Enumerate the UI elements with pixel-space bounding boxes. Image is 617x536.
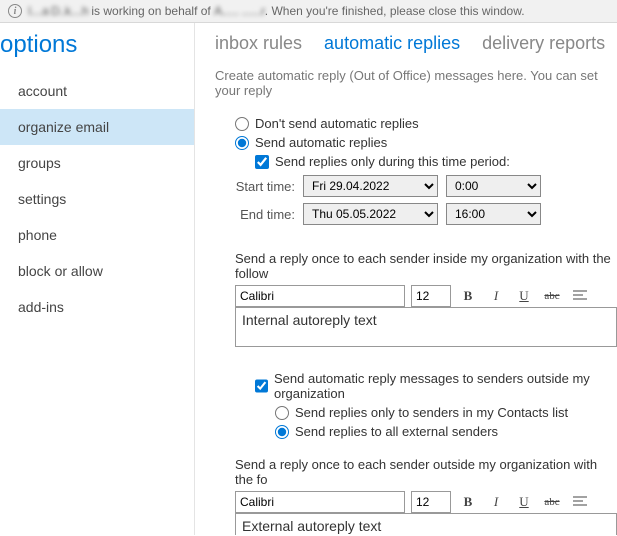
checkbox-external-label: Send automatic reply messages to senders… <box>274 371 617 401</box>
main-panel: inbox rules automatic replies delivery r… <box>195 23 617 535</box>
tab-delivery-reports[interactable]: delivery reports <box>482 33 605 54</box>
internal-fontsize-select[interactable] <box>411 285 451 307</box>
radio-external-all-label: Send replies to all external senders <box>295 424 498 439</box>
sidebar-item-block-or-allow[interactable]: block or allow <box>0 253 194 289</box>
radio-external-contacts-label: Send replies only to senders in my Conta… <box>295 405 568 420</box>
start-time-select[interactable]: 0:00 <box>446 175 541 197</box>
underline-icon[interactable]: U <box>513 286 535 306</box>
checkbox-external[interactable] <box>255 379 268 393</box>
sidebar-item-organize-email[interactable]: organize email <box>0 109 194 145</box>
internal-font-select[interactable] <box>235 285 405 307</box>
end-time-select[interactable]: 16:00 <box>446 203 541 225</box>
sidebar-item-settings[interactable]: settings <box>0 181 194 217</box>
radio-external-all[interactable] <box>275 425 289 439</box>
sidebar-item-groups[interactable]: groups <box>0 145 194 181</box>
external-editor[interactable]: External autoreply text <box>235 513 617 535</box>
checkbox-time-period[interactable] <box>255 155 269 169</box>
delegate-banner: i I....a D..k....h is working on behalf … <box>0 0 617 23</box>
radio-dont-send-label: Don't send automatic replies <box>255 116 419 131</box>
internal-editor[interactable]: Internal autoreply text <box>235 307 617 347</box>
sidebar-item-phone[interactable]: phone <box>0 217 194 253</box>
bold-icon[interactable]: B <box>457 492 479 512</box>
sidebar-item-account[interactable]: account <box>0 73 194 109</box>
radio-send[interactable] <box>235 136 249 150</box>
external-font-select[interactable] <box>235 491 405 513</box>
checkbox-time-period-label: Send replies only during this time perio… <box>275 154 510 169</box>
align-icon[interactable] <box>569 286 591 306</box>
end-date-select[interactable]: Thu 05.05.2022 <box>303 203 438 225</box>
radio-external-contacts[interactable] <box>275 406 289 420</box>
sidebar: options account organize email groups se… <box>0 23 195 535</box>
end-time-label: End time: <box>215 207 295 222</box>
radio-dont-send[interactable] <box>235 117 249 131</box>
underline-icon[interactable]: U <box>513 492 535 512</box>
radio-send-label: Send automatic replies <box>255 135 387 150</box>
start-time-label: Start time: <box>215 179 295 194</box>
sidebar-title: options <box>0 23 194 73</box>
page-description: Create automatic reply (Out of Office) m… <box>215 68 617 98</box>
external-intro: Send a reply once to each sender outside… <box>235 457 617 487</box>
strikethrough-icon[interactable]: abc <box>541 492 563 512</box>
start-date-select[interactable]: Fri 29.04.2022 <box>303 175 438 197</box>
internal-toolbar: B I U abc <box>235 285 617 307</box>
italic-icon[interactable]: I <box>485 492 507 512</box>
italic-icon[interactable]: I <box>485 286 507 306</box>
external-fontsize-select[interactable] <box>411 491 451 513</box>
info-icon: i <box>8 4 22 18</box>
strikethrough-icon[interactable]: abc <box>541 286 563 306</box>
align-icon[interactable] <box>569 492 591 512</box>
bold-icon[interactable]: B <box>457 286 479 306</box>
tab-bar: inbox rules automatic replies delivery r… <box>215 33 617 54</box>
tab-automatic-replies[interactable]: automatic replies <box>324 33 460 54</box>
tab-inbox-rules[interactable]: inbox rules <box>215 33 302 54</box>
sidebar-item-add-ins[interactable]: add-ins <box>0 289 194 325</box>
internal-intro: Send a reply once to each sender inside … <box>235 251 617 281</box>
banner-text: I....a D..k....h is working on behalf of… <box>28 4 525 18</box>
external-toolbar: B I U abc <box>235 491 617 513</box>
